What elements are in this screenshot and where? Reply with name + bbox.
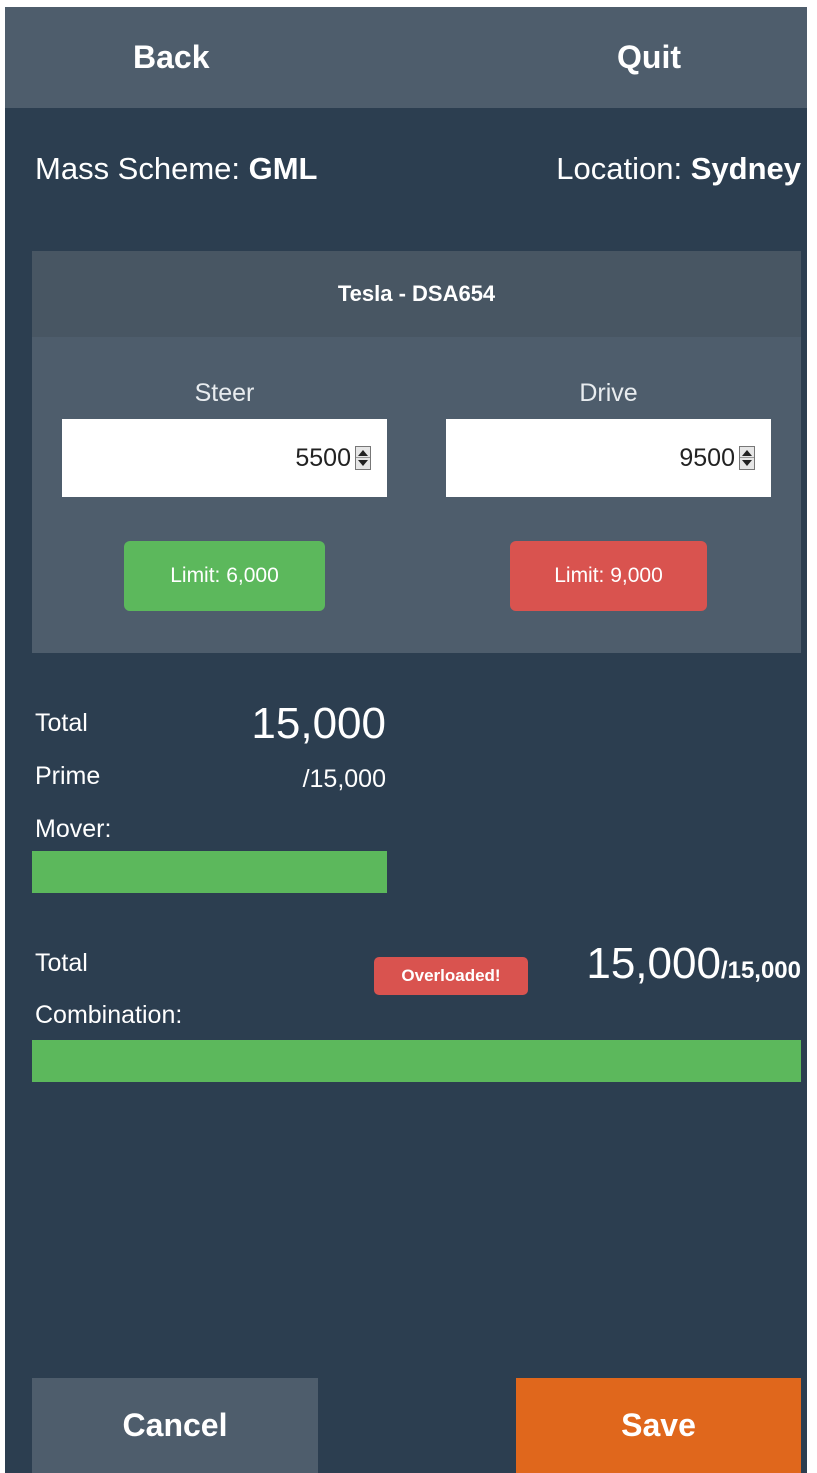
steer-label: Steer bbox=[194, 379, 255, 407]
combination-progress-bar bbox=[32, 1040, 801, 1082]
combination-total-group: 15,000/15,000 bbox=[586, 939, 801, 989]
prime-mover-label-3: Mover: bbox=[35, 815, 112, 843]
prime-mover-capacity: /15,000 bbox=[302, 765, 386, 793]
vehicle-card: Tesla - DSA654 Steer Drive 5500 9500 Lim… bbox=[32, 251, 801, 653]
top-bar: Back Quit bbox=[5, 7, 807, 108]
quit-button[interactable]: Quit bbox=[617, 7, 681, 108]
prime-mover-progress-bar bbox=[32, 851, 387, 893]
steer-spinner-icon[interactable] bbox=[355, 446, 371, 470]
save-button[interactable]: Save bbox=[516, 1378, 801, 1473]
drive-label: Drive bbox=[579, 379, 638, 407]
mass-scheme: Mass Scheme: GML bbox=[35, 151, 318, 187]
location-label: Location: bbox=[556, 151, 691, 186]
combination-label-1: Total bbox=[35, 949, 88, 977]
cancel-button[interactable]: Cancel bbox=[32, 1378, 318, 1473]
app-screen: Back Quit Mass Scheme: GML Location: Syd… bbox=[5, 7, 807, 1473]
overloaded-badge: Overloaded! bbox=[374, 957, 528, 995]
mass-scheme-label: Mass Scheme: bbox=[35, 151, 249, 186]
combination-label-2: Combination: bbox=[35, 1001, 183, 1029]
prime-mover-total: 15,000 bbox=[251, 699, 386, 748]
drive-spinner-icon[interactable] bbox=[739, 446, 755, 470]
combination-capacity: /15,000 bbox=[720, 957, 801, 984]
location-value: Sydney bbox=[690, 151, 801, 186]
steer-limit-badge: Limit: 6,000 bbox=[124, 541, 325, 611]
steer-input[interactable]: 5500 bbox=[62, 419, 387, 497]
drive-value: 9500 bbox=[679, 444, 735, 472]
steer-value: 5500 bbox=[295, 444, 351, 472]
vehicle-title: Tesla - DSA654 bbox=[32, 251, 801, 337]
back-button[interactable]: Back bbox=[133, 7, 210, 108]
drive-limit-badge: Limit: 9,000 bbox=[510, 541, 707, 611]
combination-total: 15,000 bbox=[586, 939, 721, 988]
prime-mover-label-2: Prime bbox=[35, 762, 101, 790]
location: Location: Sydney bbox=[556, 151, 801, 187]
mass-scheme-value: GML bbox=[248, 151, 318, 186]
prime-mover-label-1: Total bbox=[35, 709, 88, 737]
drive-input[interactable]: 9500 bbox=[446, 419, 771, 497]
